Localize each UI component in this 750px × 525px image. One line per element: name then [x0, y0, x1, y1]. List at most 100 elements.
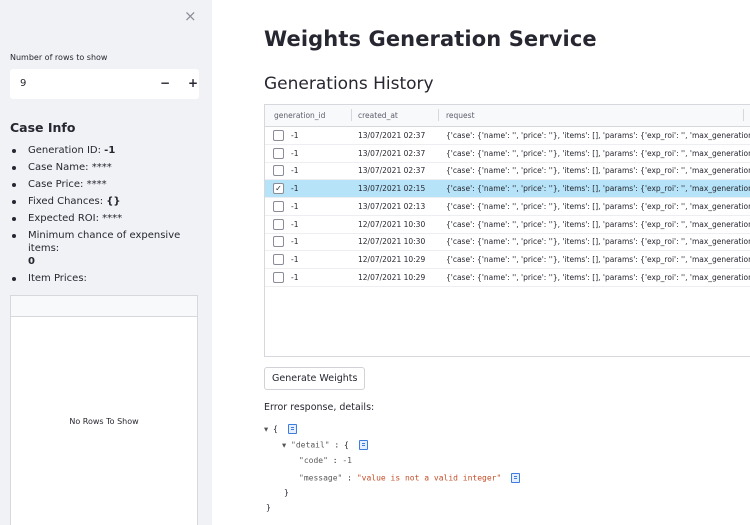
json-colon: :: [327, 456, 343, 465]
item-prices-table-header: [11, 296, 197, 317]
collapse-triangle-icon[interactable]: ▼: [282, 442, 286, 450]
copy-icon[interactable]: [511, 473, 521, 483]
column-divider[interactable]: [743, 109, 744, 121]
cell-generation-id: -1: [291, 254, 299, 264]
cell-request: {'case': {'name': '', 'price': ''}, 'ite…: [446, 201, 750, 211]
case-info-generation-id: Generation ID: -1: [10, 144, 205, 157]
row-checkbox[interactable]: [273, 271, 284, 283]
case-info-case-name: Case Name: ****: [10, 161, 205, 174]
case-info-min-chance: Minimum chance of expensive items: 0: [10, 229, 205, 268]
cell-created-at: 13/07/2021 02:37: [358, 148, 426, 158]
cell-created-at: 13/07/2021 02:37: [358, 166, 426, 176]
row-checkbox[interactable]: [273, 147, 284, 159]
cell-created-at: 12/07/2021 10:29: [358, 254, 426, 264]
row-checkbox[interactable]: [273, 236, 284, 248]
row-checkbox[interactable]: [273, 165, 284, 177]
item-prices-table[interactable]: No Rows To Show: [10, 295, 198, 525]
json-brace: }: [266, 503, 271, 512]
generate-weights-button[interactable]: Generate Weights: [264, 367, 366, 390]
table-row[interactable]: -1 13/07/2021 02:37 {'case': {'name': '', …: [265, 145, 750, 163]
cell-generation-id: -1: [291, 131, 299, 140]
case-info-label: Generation ID:: [28, 145, 105, 156]
row-checkbox[interactable]: ✓: [273, 183, 284, 195]
case-info-value: -1: [104, 145, 116, 156]
cell-generation-id: -1: [291, 219, 299, 229]
cell-created-at: 12/07/2021 10:29: [358, 272, 426, 282]
table-row[interactable]: -1 13/07/2021 02:13 {'case': {'name': '', …: [265, 198, 750, 216]
cell-generation-id: -1: [291, 201, 299, 211]
row-checkbox[interactable]: [273, 200, 284, 212]
column-header-request[interactable]: request: [446, 111, 475, 120]
cell-created-at: 13/07/2021 02:15: [358, 184, 426, 194]
json-root-line: ▼ {: [264, 424, 297, 434]
json-brace: {: [344, 440, 349, 450]
json-code-line: "code" : -1: [299, 456, 352, 465]
generations-history-heading: Generations History: [264, 74, 434, 94]
cell-created-at: 13/07/2021 02:13: [358, 201, 426, 211]
json-colon: :: [329, 440, 345, 450]
cell-request: {'case': {'name': '', 'price': ''}, 'ite…: [446, 272, 750, 282]
row-checkbox[interactable]: [273, 130, 284, 141]
json-close-line: }: [266, 503, 271, 512]
cell-generation-id: -1: [291, 166, 299, 176]
json-key-message: "message": [299, 473, 343, 483]
cell-generation-id: -1: [291, 184, 299, 194]
decrement-button[interactable]: −: [160, 76, 170, 90]
row-checkbox[interactable]: [273, 218, 284, 230]
column-header-created-at[interactable]: created_at: [358, 111, 398, 120]
rows-to-show-stepper[interactable]: 9 − +: [10, 69, 199, 99]
table-row[interactable]: -1 12/07/2021 10:30 {'case': {'name': '', …: [265, 216, 750, 234]
case-info-case-price: Case Price: ****: [10, 178, 205, 191]
cell-created-at: 13/07/2021 02:37: [358, 131, 426, 140]
json-detail-line: ▼ "detail" : {: [282, 440, 368, 450]
column-divider[interactable]: [351, 109, 352, 121]
collapse-triangle-icon[interactable]: ▼: [264, 426, 268, 434]
case-info-label: Expected ROI: ****: [28, 213, 123, 224]
case-info-label: Case Price: ****: [28, 179, 107, 190]
cell-request: {'case': {'name': '', 'price': ''}, 'ite…: [446, 219, 750, 229]
case-info-label: Minimum chance of expensive items:: [28, 230, 181, 254]
cell-generation-id: -1: [291, 148, 299, 158]
case-info-expected-roi: Expected ROI: ****: [10, 212, 205, 225]
cell-generation-id: -1: [291, 272, 299, 282]
sidebar: × Number of rows to show 9 − + Case Info…: [0, 0, 212, 525]
column-divider[interactable]: [438, 109, 439, 121]
table-row[interactable]: ✓ -1 13/07/2021 02:15 {'case': {'name': '',…: [265, 180, 750, 199]
rows-to-show-value[interactable]: 9: [20, 78, 26, 89]
table-row[interactable]: -1 12/07/2021 10:30 {'case': {'name': '', …: [265, 233, 750, 252]
no-rows-message: No Rows To Show: [69, 417, 139, 426]
case-info-value: 0: [28, 256, 35, 267]
page-title: Weights Generation Service: [264, 27, 597, 51]
cell-created-at: 12/07/2021 10:30: [358, 237, 426, 247]
table-row[interactable]: -1 13/07/2021 02:37 {'case': {'name': '', …: [265, 127, 750, 145]
cell-request: {'case': {'name': '', 'price': ''}, 'ite…: [446, 237, 750, 247]
table-row[interactable]: -1 12/07/2021 10:29 {'case': {'name': '', …: [265, 269, 750, 287]
json-brace: {: [273, 424, 278, 434]
case-info-label: Fixed Chances:: [28, 196, 107, 207]
cell-request: {'case': {'name': '', 'price': ''}, 'ite…: [446, 148, 750, 158]
cell-request: {'case': {'name': '', 'price': ''}, 'ite…: [446, 184, 750, 194]
json-value-message: "value is not a valid integer": [356, 473, 502, 483]
json-key-detail: "detail": [291, 440, 330, 450]
cell-request: {'case': {'name': '', 'price': ''}, 'ite…: [446, 254, 750, 264]
row-checkbox[interactable]: [273, 253, 284, 265]
table-row[interactable]: -1 12/07/2021 10:29 {'case': {'name': '', …: [265, 251, 750, 269]
json-message-line: "message" : "value is not a valid intege…: [299, 473, 521, 483]
generations-history-table[interactable]: generation_id created_at request -1 13/07…: [264, 104, 750, 357]
error-response-label: Error response, details:: [264, 402, 375, 413]
column-header-generation-id[interactable]: generation_id: [274, 111, 325, 120]
close-icon[interactable]: ×: [184, 7, 197, 25]
increment-button[interactable]: +: [188, 76, 198, 90]
json-key-code: "code": [299, 456, 328, 465]
cell-generation-id: -1: [291, 237, 299, 247]
case-info-value: {}: [106, 196, 121, 207]
copy-icon[interactable]: [287, 424, 297, 434]
json-colon: :: [342, 473, 357, 483]
cell-request: {'case': {'name': '', 'price': ''}, 'ite…: [446, 166, 750, 176]
cell-created-at: 12/07/2021 10:30: [358, 219, 426, 229]
table-row[interactable]: -1 13/07/2021 02:37 {'case': {'name': '', …: [265, 162, 750, 181]
json-close-line: }: [284, 488, 289, 497]
json-value-code: -1: [342, 456, 352, 465]
case-info-item-prices: Item Prices:: [10, 272, 205, 285]
copy-icon[interactable]: [358, 440, 368, 450]
